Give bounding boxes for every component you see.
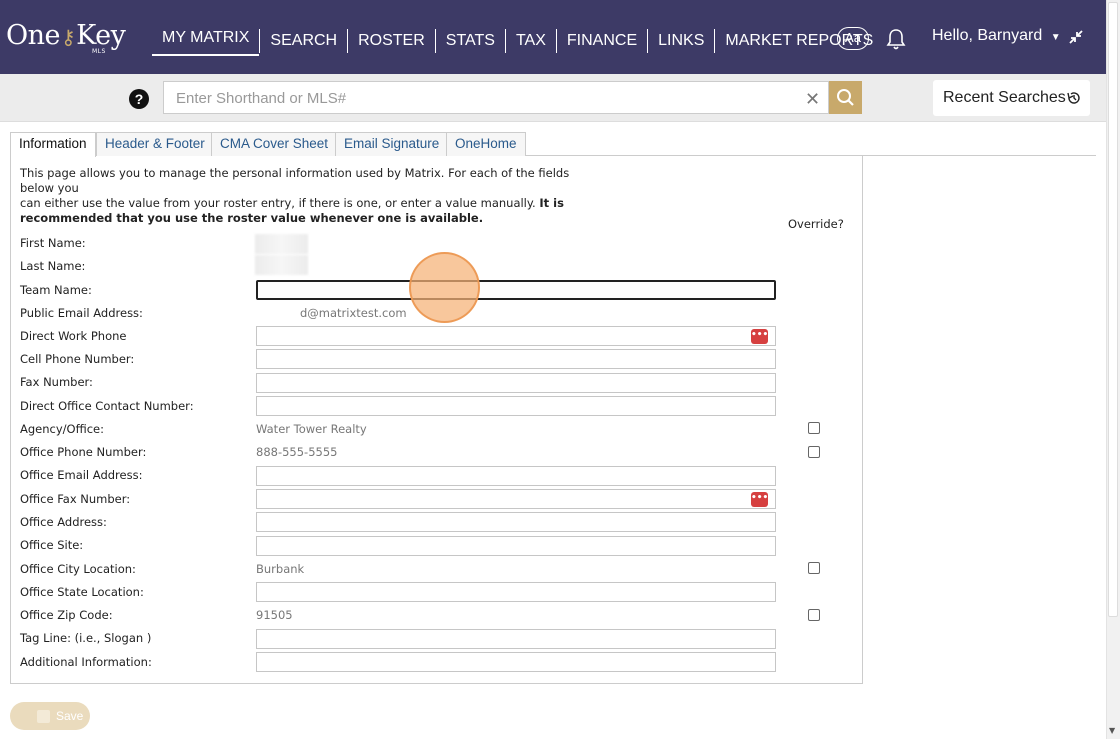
direct-work-phone-input[interactable] bbox=[256, 326, 776, 346]
office-city-override-checkbox[interactable] bbox=[808, 562, 820, 574]
logo-sub: MLS bbox=[92, 48, 106, 55]
office-state-input[interactable] bbox=[256, 582, 776, 602]
office-site-input[interactable] bbox=[256, 536, 776, 556]
user-menu[interactable]: Hello, Barnyard ▼ bbox=[932, 27, 1061, 45]
cell-phone-input[interactable] bbox=[256, 349, 776, 369]
history-icon bbox=[1067, 92, 1080, 104]
first-name-value bbox=[255, 234, 308, 254]
nav-my-matrix[interactable]: MY MATRIX bbox=[152, 26, 260, 56]
logo-text-one: One bbox=[6, 20, 61, 51]
logo-text-key: Key bbox=[76, 20, 126, 51]
office-city-label: Office City Location: bbox=[20, 562, 136, 576]
tab-information[interactable]: Information bbox=[10, 132, 96, 157]
top-nav-bar: One⚷Key MLS MY MATRIX SEARCH ROSTER STATS… bbox=[0, 0, 1106, 74]
office-fax-label: Office Fax Number: bbox=[20, 492, 131, 506]
scrollbar-thumb[interactable] bbox=[1108, 2, 1118, 617]
intro-line-2: can either use the value from your roste… bbox=[20, 196, 536, 210]
office-fax-input[interactable] bbox=[256, 489, 776, 509]
office-address-input[interactable] bbox=[256, 512, 776, 532]
office-state-label: Office State Location: bbox=[20, 585, 144, 599]
office-email-input[interactable] bbox=[256, 466, 776, 486]
first-name-label: First Name: bbox=[20, 236, 86, 250]
magnifier-icon bbox=[837, 89, 854, 106]
search-bar: ? Enter Shorthand or MLS# ✕ Recent Searc… bbox=[0, 74, 1106, 122]
nav-tax[interactable]: TAX bbox=[504, 29, 556, 53]
intro-line-1: This page allows you to manage the perso… bbox=[20, 166, 570, 195]
floppy-disk-icon bbox=[37, 710, 50, 723]
onekey-logo[interactable]: One⚷Key MLS bbox=[6, 20, 126, 55]
office-site-label: Office Site: bbox=[20, 538, 84, 552]
recent-searches-label: Recent Searches bbox=[943, 89, 1066, 106]
intro-text: This page allows you to manage the perso… bbox=[20, 166, 600, 226]
page: One⚷Key MLS MY MATRIX SEARCH ROSTER STATS… bbox=[0, 0, 1120, 739]
additional-info-input[interactable] bbox=[256, 652, 776, 672]
team-name-label: Team Name: bbox=[20, 283, 92, 297]
collapse-icon[interactable] bbox=[1068, 29, 1084, 45]
office-city-value: Burbank bbox=[256, 562, 305, 576]
office-phone-label: Office Phone Number: bbox=[20, 445, 147, 459]
last-name-label: Last Name: bbox=[20, 259, 86, 273]
tab-header-footer[interactable]: Header & Footer bbox=[96, 132, 214, 156]
clear-icon[interactable]: ✕ bbox=[805, 89, 820, 110]
scroll-down-icon[interactable]: ▼ bbox=[1109, 726, 1115, 735]
recent-searches-button[interactable]: Recent Searches bbox=[933, 80, 1090, 116]
password-manager-icon[interactable]: ••• bbox=[751, 492, 768, 507]
tab-email-signature[interactable]: Email Signature bbox=[335, 132, 449, 156]
tab-onehome[interactable]: OneHome bbox=[446, 132, 526, 156]
save-button[interactable]: Save bbox=[10, 702, 90, 730]
office-phone-override-checkbox[interactable] bbox=[808, 446, 820, 458]
help-icon[interactable]: ? bbox=[129, 89, 149, 109]
office-zip-label: Office Zip Code: bbox=[20, 608, 113, 622]
agency-office-label: Agency/Office: bbox=[20, 422, 104, 436]
tag-line-input[interactable] bbox=[256, 629, 776, 649]
shorthand-search-input[interactable]: Enter Shorthand or MLS# bbox=[163, 81, 829, 114]
nav-links[interactable]: LINKS bbox=[647, 29, 714, 53]
override-header: Override? bbox=[788, 217, 844, 231]
agency-office-override-checkbox[interactable] bbox=[808, 422, 820, 434]
direct-office-contact-label: Direct Office Contact Number: bbox=[20, 399, 194, 413]
agency-office-value: Water Tower Realty bbox=[256, 422, 367, 436]
office-address-label: Office Address: bbox=[20, 515, 107, 529]
nav-finance[interactable]: FINANCE bbox=[555, 29, 647, 53]
additional-info-label: Additional Information: bbox=[20, 655, 152, 669]
office-zip-value: 91505 bbox=[256, 608, 293, 622]
font-size-button[interactable]: Aa bbox=[837, 27, 869, 50]
public-email-value: d@matrixtest.com bbox=[300, 306, 407, 320]
key-icon: ⚷ bbox=[61, 25, 76, 49]
greeting-text: Hello, Barnyard bbox=[932, 27, 1043, 44]
main-nav: MY MATRIX SEARCH ROSTER STATS TAX FINANC… bbox=[152, 26, 883, 56]
last-name-value bbox=[255, 255, 308, 275]
office-zip-override-checkbox[interactable] bbox=[808, 609, 820, 621]
fax-number-label: Fax Number: bbox=[20, 375, 93, 389]
caret-down-icon: ▼ bbox=[1050, 32, 1061, 43]
search-button[interactable] bbox=[829, 81, 862, 114]
team-name-input[interactable] bbox=[256, 280, 776, 300]
bell-icon[interactable] bbox=[886, 27, 906, 51]
password-manager-icon[interactable]: ••• bbox=[751, 329, 768, 344]
tag-line-label: Tag Line: (i.e., Slogan ) bbox=[20, 631, 152, 645]
tab-cma-cover-sheet[interactable]: CMA Cover Sheet bbox=[211, 132, 338, 156]
fax-number-input[interactable] bbox=[256, 373, 776, 393]
direct-office-contact-input[interactable] bbox=[256, 396, 776, 416]
nav-roster[interactable]: ROSTER bbox=[347, 29, 435, 53]
nav-search[interactable]: SEARCH bbox=[259, 29, 347, 53]
office-phone-value: 888-555-5555 bbox=[256, 445, 338, 459]
direct-work-phone-label: Direct Work Phone bbox=[20, 329, 127, 343]
click-indicator bbox=[409, 252, 480, 323]
nav-stats[interactable]: STATS bbox=[434, 29, 505, 53]
information-panel bbox=[10, 156, 863, 684]
settings-tabs: Information Header & Footer CMA Cover Sh… bbox=[10, 132, 1096, 157]
cell-phone-label: Cell Phone Number: bbox=[20, 352, 135, 366]
office-email-label: Office Email Address: bbox=[20, 468, 143, 482]
public-email-label: Public Email Address: bbox=[20, 306, 143, 320]
save-label: Save bbox=[56, 709, 84, 723]
